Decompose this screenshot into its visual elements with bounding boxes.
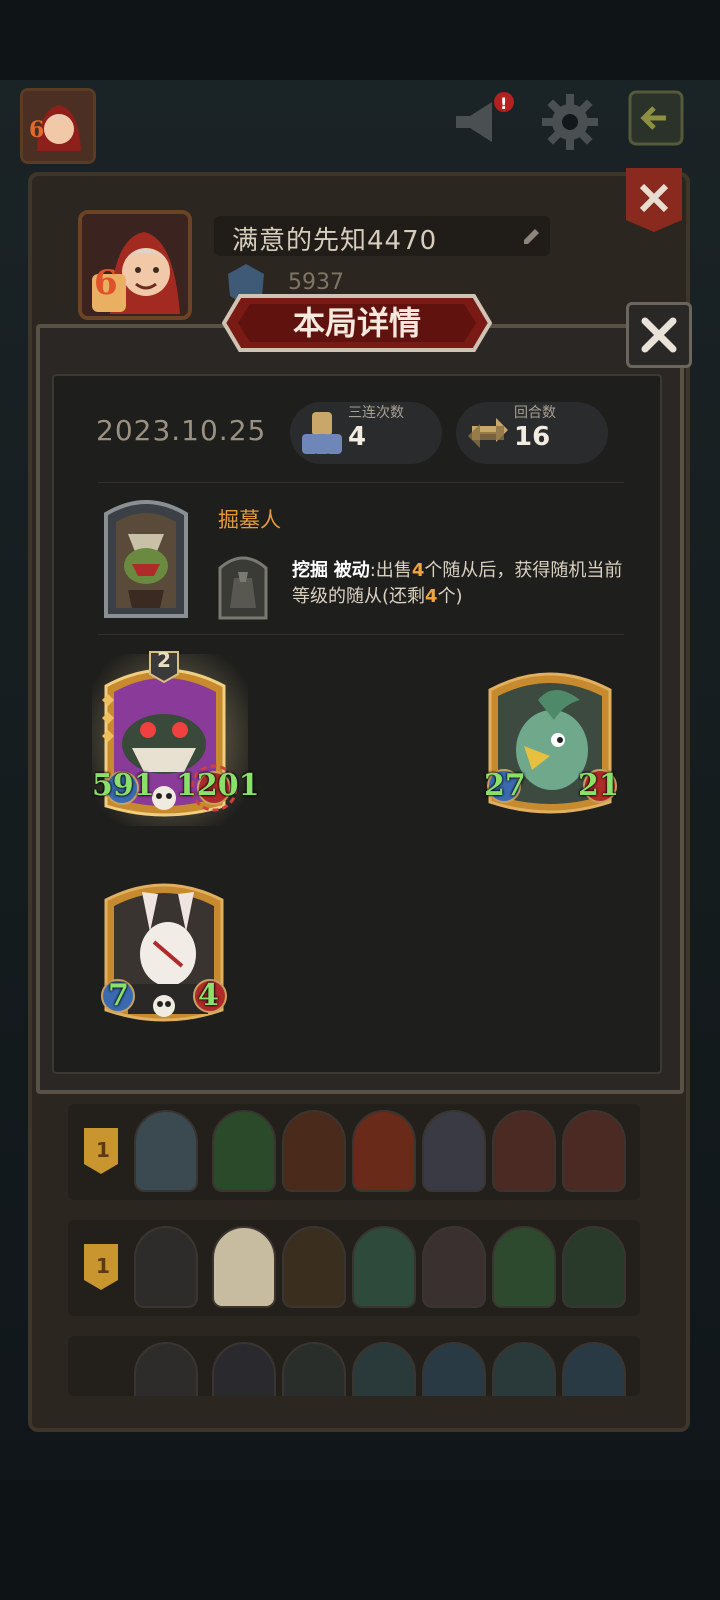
triples-value: 4 <box>348 422 367 452</box>
player-avatar-small[interactable]: 6 <box>20 88 96 164</box>
turns-stat: 回合数 16 <box>456 402 608 464</box>
minion-thumbnail <box>212 1226 276 1308</box>
history-row[interactable]: 1 <box>68 1104 640 1200</box>
player-name: 满意的先知4470 <box>232 226 438 256</box>
announcement-icon[interactable]: ! <box>452 90 516 154</box>
minion-attack: 27 <box>484 768 526 803</box>
level-badge: 6 <box>94 263 118 303</box>
history-row[interactable] <box>68 1336 640 1396</box>
minion-card-purple-monster[interactable]: 2 591 1201 <box>92 644 260 826</box>
minion-thumbnail <box>422 1342 486 1396</box>
minion-thumbnail <box>562 1342 626 1396</box>
skill-count-1: 4 <box>411 560 425 581</box>
minion-thumbnail <box>282 1110 346 1192</box>
game-date: 2023.10.25 <box>96 414 267 447</box>
skill-type: 被动 <box>333 560 370 581</box>
minion-card-rabbit-mask[interactable]: 7 4 <box>98 872 234 1038</box>
minion-health: 21 <box>578 768 616 803</box>
minion-card-green-bird[interactable]: 27 21 <box>484 660 620 830</box>
turns-value: 16 <box>514 422 551 452</box>
divider <box>98 634 624 635</box>
skill-count-2: 4 <box>425 586 438 607</box>
svg-text:!: ! <box>500 94 507 113</box>
hero-thumbnail <box>134 1110 198 1192</box>
skill-description: 挖掘 被动:出售4个随从后，获得随机当前等级的随从(还剩4个) <box>292 558 640 610</box>
minion-thumbnail <box>422 1110 486 1192</box>
minion-thumbnail <box>492 1342 556 1396</box>
minion-thumbnail <box>492 1226 556 1308</box>
skill-text-c: 个) <box>437 586 463 607</box>
hero-thumbnail <box>134 1226 198 1308</box>
profile-close-icon[interactable] <box>626 168 682 232</box>
skill-icon[interactable] <box>216 548 270 620</box>
hero-portrait[interactable] <box>98 494 194 620</box>
hero-name: 掘墓人 <box>218 508 281 532</box>
divider <box>98 482 624 483</box>
minion-thumbnail <box>352 1226 416 1308</box>
minion-health: 4 <box>198 978 219 1013</box>
minion-health: 1201 <box>176 768 260 803</box>
minion-attack: 7 <box>108 978 129 1013</box>
minion-thumbnail <box>562 1226 626 1308</box>
minion-thumbnail <box>562 1110 626 1192</box>
skill-name: 挖掘 <box>292 560 328 581</box>
bottom-background <box>0 1480 720 1600</box>
top-background <box>0 0 720 80</box>
minion-thumbnail <box>352 1110 416 1192</box>
exit-icon[interactable] <box>628 90 692 154</box>
hero-thumbnail <box>134 1342 198 1396</box>
minion-thumbnail <box>212 1342 276 1396</box>
svg-text:6: 6 <box>29 117 44 143</box>
minion-art <box>101 883 227 1022</box>
turns-label: 回合数 <box>514 405 556 421</box>
edit-pencil-icon[interactable] <box>520 226 542 248</box>
minion-tier: 2 <box>157 648 171 672</box>
triples-stat: 三连次数 4 <box>290 402 442 464</box>
player-avatar: 6 <box>78 210 192 320</box>
skill-text-a: :出售 <box>369 560 412 581</box>
settings-gear-icon[interactable] <box>538 90 602 154</box>
rank-number: 1 <box>96 1254 110 1278</box>
minion-thumbnail <box>492 1110 556 1192</box>
close-detail-icon[interactable] <box>626 302 692 368</box>
panel-title: 本局详情 <box>292 304 421 342</box>
minion-thumbnail <box>282 1226 346 1308</box>
triples-label: 三连次数 <box>348 405 404 421</box>
minion-thumbnail <box>422 1226 486 1308</box>
minion-thumbnail <box>282 1342 346 1396</box>
minion-art <box>487 672 617 814</box>
triples-icon <box>302 412 342 454</box>
rank-number: 1 <box>96 1138 110 1162</box>
minion-attack: 591 <box>92 768 155 803</box>
minion-thumbnail <box>212 1110 276 1192</box>
minion-thumbnail <box>352 1342 416 1396</box>
turns-cycle-icon <box>468 418 508 448</box>
history-row[interactable]: 1 <box>68 1220 640 1316</box>
